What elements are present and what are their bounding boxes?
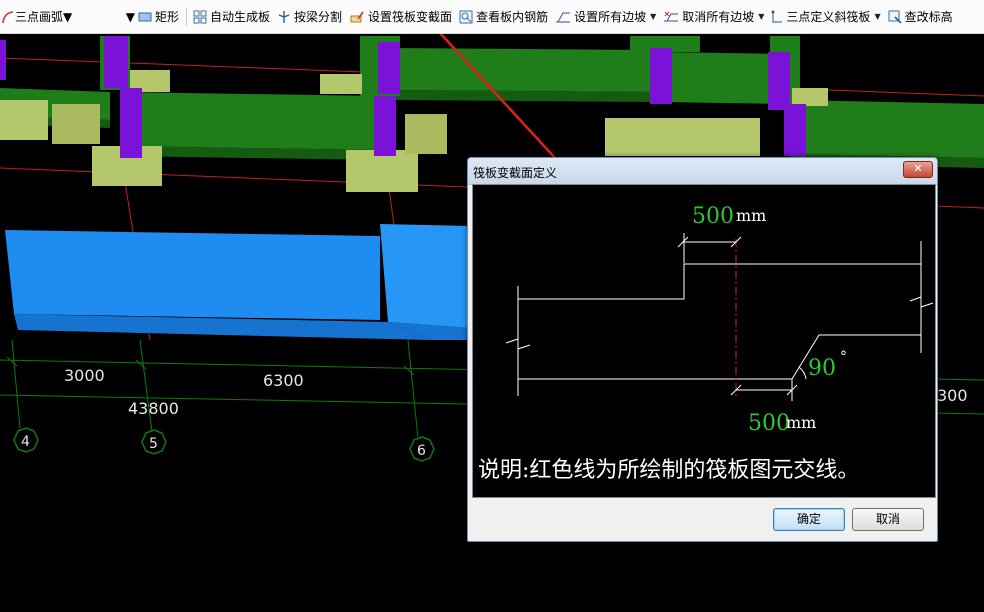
view-rebar-icon: [459, 10, 473, 23]
auto-board-label: 自动生成板: [210, 10, 271, 24]
axis-label-4: 4: [21, 434, 30, 450]
elevation-icon: [888, 10, 902, 24]
dialog-title: 筏板变截面定义: [473, 166, 558, 180]
dim-300: 300: [937, 386, 968, 405]
dialog-titlebar[interactable]: 筏板变截面定义 ✕: [468, 158, 937, 185]
axis-markers: 4 5 6: [13, 427, 435, 462]
raft-slab: [5, 224, 470, 340]
rect-label: 矩形: [155, 10, 180, 24]
set-section-label: 设置筏板变截面: [368, 10, 453, 24]
three-point-icon: [771, 10, 783, 22]
view-rebar-button[interactable]: 查看板内钢筋: [456, 2, 551, 32]
section-diagram: 500 mm 90 ° 500 mm 说明:红色线为所绘制的筏板图元交线。: [478, 204, 934, 483]
slab-outline: [505, 241, 934, 396]
ok-button[interactable]: 确定: [773, 508, 845, 531]
split-beam-label: 按梁分割: [294, 10, 343, 24]
angle-unit: °: [840, 349, 847, 365]
bottom-dim-value: 500: [748, 411, 790, 436]
bottom-dimension: [730, 379, 798, 401]
dim-6300: 6300: [263, 371, 304, 390]
axis-label-5: 5: [149, 436, 158, 452]
auto-board-button[interactable]: 自动生成板: [190, 2, 273, 32]
section-definition-dialog: 筏板变截面定义 ✕ 500 mm 90 ° 500 mm 说明:红色线为所绘制的…: [467, 157, 938, 542]
cancel-button[interactable]: 取消: [852, 508, 924, 531]
set-all-slopes-button[interactable]: 设置所有边坡 ▼: [552, 2, 659, 32]
rect-button[interactable]: 矩形: [135, 2, 182, 32]
arc-dropdown-caret-icon[interactable]: ▼: [126, 10, 135, 24]
section-preview: 500 mm 90 ° 500 mm 说明:红色线为所绘制的筏板图元交线。: [472, 184, 936, 498]
check-elevation-label: 查改标高: [904, 10, 953, 24]
top-dimension: [677, 233, 742, 263]
three-point-slope-button[interactable]: 三点定义斜筏板 ▼: [768, 2, 883, 32]
split-beam-button[interactable]: 按梁分割: [274, 2, 345, 32]
three-point-slope-label: 三点定义斜筏板: [786, 10, 871, 24]
grid-board-icon: [193, 10, 207, 23]
angle-value: 90: [808, 356, 836, 381]
cancel-slope-icon: [664, 11, 679, 21]
arc-mode-label: 三点画弧: [15, 10, 64, 24]
cancel-all-slopes-caret-icon[interactable]: ▼: [758, 12, 764, 21]
toolbar-separator: [186, 7, 188, 26]
axis-label-6: 6: [417, 443, 426, 459]
set-all-slopes-label: 设置所有边坡: [574, 10, 647, 24]
three-point-slope-caret-icon[interactable]: ▼: [874, 12, 880, 21]
dim-3000: 3000: [64, 366, 105, 385]
rectangle-icon: [138, 12, 152, 21]
top-dim-value: 500: [692, 204, 734, 229]
slope-icon: [556, 12, 571, 22]
check-elevation-button[interactable]: 查改标高: [885, 2, 956, 32]
arc-mode-caret-icon: ▼: [63, 9, 73, 24]
split-icon: [278, 10, 290, 23]
bottom-dim-unit: mm: [786, 413, 816, 432]
top-dim-unit: mm: [736, 206, 766, 225]
set-all-slopes-caret-icon[interactable]: ▼: [650, 12, 656, 21]
arc-mode-select[interactable]: 三点画弧 ▼ ▼: [0, 2, 135, 32]
dim-43800: 43800: [128, 399, 179, 418]
cancel-all-slopes-label: 取消所有边坡: [682, 10, 755, 24]
section-edit-icon: [350, 11, 364, 22]
cancel-all-slopes-button[interactable]: 取消所有边坡 ▼: [660, 2, 767, 32]
dialog-note: 说明:红色线为所绘制的筏板图元交线。: [478, 458, 859, 483]
arc-icon: [2, 10, 14, 23]
dialog-close-button[interactable]: ✕: [903, 161, 933, 178]
angle-arc: [798, 366, 807, 380]
close-icon: ✕: [913, 162, 923, 175]
set-section-button[interactable]: 设置筏板变截面: [346, 2, 455, 32]
view-rebar-label: 查看板内钢筋: [476, 10, 549, 24]
toolbar: 三点画弧 ▼ ▼ 矩形 自动生成板 按梁分割 设置筏板变截面 查看板内钢筋 设置…: [0, 0, 984, 34]
